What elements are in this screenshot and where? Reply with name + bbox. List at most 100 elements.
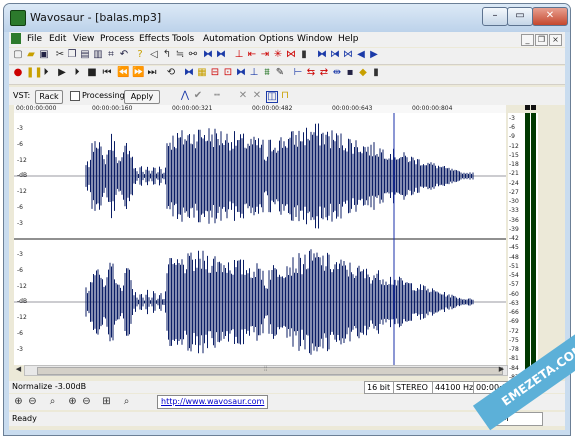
link-chain-icon[interactable]: ⚯ <box>188 50 198 60</box>
nav-snap-icon[interactable]: ⧒ <box>330 50 340 60</box>
normalize-icon[interactable]: ▦ <box>197 68 207 78</box>
waveform-display[interactable]: -3 -6 -12 -dB -12 -6 -3 -3 -6 -12 -dB -1… <box>14 113 506 365</box>
trim-icon[interactable]: ⊡ <box>223 68 233 78</box>
db-label-left: -12 <box>17 283 27 290</box>
marker-all-icon[interactable]: ⋈ <box>286 50 296 60</box>
processing-checkbox[interactable] <box>70 91 80 101</box>
edit-pen-icon[interactable]: ✎ <box>275 68 285 78</box>
scroll-right-arrow[interactable]: ▶ <box>497 365 506 374</box>
rewind-icon[interactable]: ⏪ <box>117 68 129 78</box>
zoom-in-h-icon[interactable]: ⊕ <box>13 396 24 407</box>
menu-tools[interactable]: Tools <box>172 34 194 44</box>
horizontal-scrollbar[interactable]: ⦙⦙ <box>24 365 508 376</box>
mdi-close-button[interactable]: × <box>549 34 562 46</box>
menu-bar: File Edit View Process Effects Tools Aut… <box>9 32 565 47</box>
nav-join-icon[interactable]: ⋈ <box>343 50 353 60</box>
play-icon[interactable]: ▶ <box>57 68 67 78</box>
record-icon[interactable]: ● <box>13 68 23 78</box>
marker-drop-icon[interactable]: ⇥ <box>260 50 270 60</box>
minimize-button[interactable]: – <box>482 7 508 26</box>
loop-icon[interactable]: ⟲ <box>166 68 176 78</box>
cross-tool-icon[interactable]: ✕ <box>238 91 248 101</box>
paste-icon[interactable]: ▤ <box>80 50 90 60</box>
pitch-icon[interactable]: ⊟ <box>210 68 220 78</box>
close-button[interactable]: ✕ <box>532 7 568 26</box>
marker-move-icon[interactable]: ⇤ <box>247 50 257 60</box>
zoom-selection-icon[interactable]: ⊞ <box>101 396 112 407</box>
marker-icon[interactable]: ⊥ <box>234 50 244 60</box>
play-left-icon[interactable]: ◀ <box>356 50 366 60</box>
crossfade-icon[interactable]: ≒ <box>175 50 185 60</box>
region-lock-icon[interactable]: ◆ <box>358 68 368 78</box>
lock-tool-icon[interactable]: ⊓ <box>280 91 290 101</box>
fx-merge-icon[interactable]: ⧓ <box>216 50 226 60</box>
copy-icon[interactable]: ❐ <box>67 50 77 60</box>
open-folder-icon[interactable]: ▰ <box>26 50 36 60</box>
meter-scale-label: -69 <box>509 318 519 326</box>
mdi-minimize-button[interactable]: _ <box>521 34 534 46</box>
menu-automation[interactable]: Automation <box>203 34 255 44</box>
document-icon[interactable] <box>11 33 21 44</box>
gain-icon[interactable]: ⧓ <box>184 68 194 78</box>
check-tool-icon[interactable]: ✔ <box>193 91 203 101</box>
play-loop-icon[interactable]: ⏵ <box>72 68 82 78</box>
stop-icon[interactable]: ■ <box>87 68 97 78</box>
title-bar[interactable]: Wavosaur - [balas.mp3] – ▭ ✕ <box>4 4 570 32</box>
play-right-icon[interactable]: ▶ <box>369 50 379 60</box>
scrollbar-thumb[interactable]: ⦙⦙ <box>37 365 503 375</box>
tip-icon[interactable]: ? <box>135 50 145 60</box>
play-start-icon[interactable]: ⏵ <box>41 68 51 78</box>
save-icon[interactable]: ▣ <box>39 50 49 60</box>
undo-icon[interactable]: ↶ <box>119 50 129 60</box>
menu-file[interactable]: File <box>27 34 42 44</box>
cue-mid-icon[interactable]: ⇆ <box>306 68 316 78</box>
scroll-left-arrow[interactable]: ◀ <box>14 365 23 374</box>
zoom-out-h-icon[interactable]: ⊖ <box>27 396 38 407</box>
apply-button[interactable]: Apply <box>124 90 160 104</box>
menu-effects[interactable]: Effects <box>139 34 170 44</box>
fx-a-icon[interactable]: ⧓ <box>236 68 246 78</box>
menu-view[interactable]: View <box>73 34 94 44</box>
special-paste-icon[interactable]: ⌗ <box>106 50 116 60</box>
zoom-fit-icon[interactable]: ⌕ <box>47 396 58 407</box>
split-icon[interactable]: ⩩ <box>262 68 272 78</box>
maximize-button[interactable]: ▭ <box>507 7 533 26</box>
ruler-tick: 00:00:00:160 <box>92 105 133 112</box>
zoom-all-icon[interactable]: ⌕ <box>121 396 132 407</box>
forward-icon[interactable]: ⏩ <box>132 68 144 78</box>
frame-tool-icon[interactable]: ◫ <box>266 91 278 103</box>
bin-icon[interactable]: ▮ <box>371 68 381 78</box>
menu-edit[interactable]: Edit <box>49 34 66 44</box>
zoom-out-v-icon[interactable]: ⊖ <box>81 396 92 407</box>
go-end-icon[interactable]: ⏭ <box>147 68 157 78</box>
fx-split-icon[interactable]: ⧓ <box>203 50 213 60</box>
rack-button[interactable]: Rack <box>35 90 63 104</box>
new-file-icon[interactable]: ▢ <box>13 50 23 60</box>
paste-mix-icon[interactable]: ▥ <box>93 50 103 60</box>
zoom-in-v-icon[interactable]: ⊕ <box>67 396 78 407</box>
cue-left-icon[interactable]: ⊢ <box>293 68 303 78</box>
dash-tool-icon[interactable]: ┅ <box>206 91 228 101</box>
delete-icon[interactable]: ▮ <box>299 50 309 60</box>
marker-star-icon[interactable]: ✳ <box>273 50 283 60</box>
go-start-icon[interactable]: ⏮ <box>102 68 112 78</box>
pause-icon[interactable]: ❚❚ <box>26 68 43 78</box>
region-icon[interactable]: ▪ <box>345 68 355 78</box>
menu-options[interactable]: Options <box>259 34 294 44</box>
cue-select-icon[interactable]: ⇹ <box>332 68 342 78</box>
ready-status: Ready <box>12 414 37 423</box>
menu-help[interactable]: Help <box>338 34 359 44</box>
fx-b-icon[interactable]: ⊥ <box>249 68 259 78</box>
website-link[interactable]: http://www.wavosaur.com <box>157 395 269 409</box>
envelope-tool-icon[interactable]: ⋀ <box>180 91 190 101</box>
wavosaur-app-icon[interactable] <box>10 10 26 26</box>
cross-x-tool-icon[interactable]: ✕ <box>252 91 262 101</box>
menu-process[interactable]: Process <box>100 34 134 44</box>
mdi-restore-button[interactable]: ❐ <box>535 34 548 46</box>
resample-icon[interactable]: ◁ <box>149 50 159 60</box>
cue-right-icon[interactable]: ⇄ <box>319 68 329 78</box>
cut-icon[interactable]: ✂ <box>55 50 65 60</box>
reverse-icon[interactable]: ↰ <box>162 50 172 60</box>
menu-window[interactable]: Window <box>297 34 333 44</box>
nav-split-icon[interactable]: ⧓ <box>317 50 327 60</box>
